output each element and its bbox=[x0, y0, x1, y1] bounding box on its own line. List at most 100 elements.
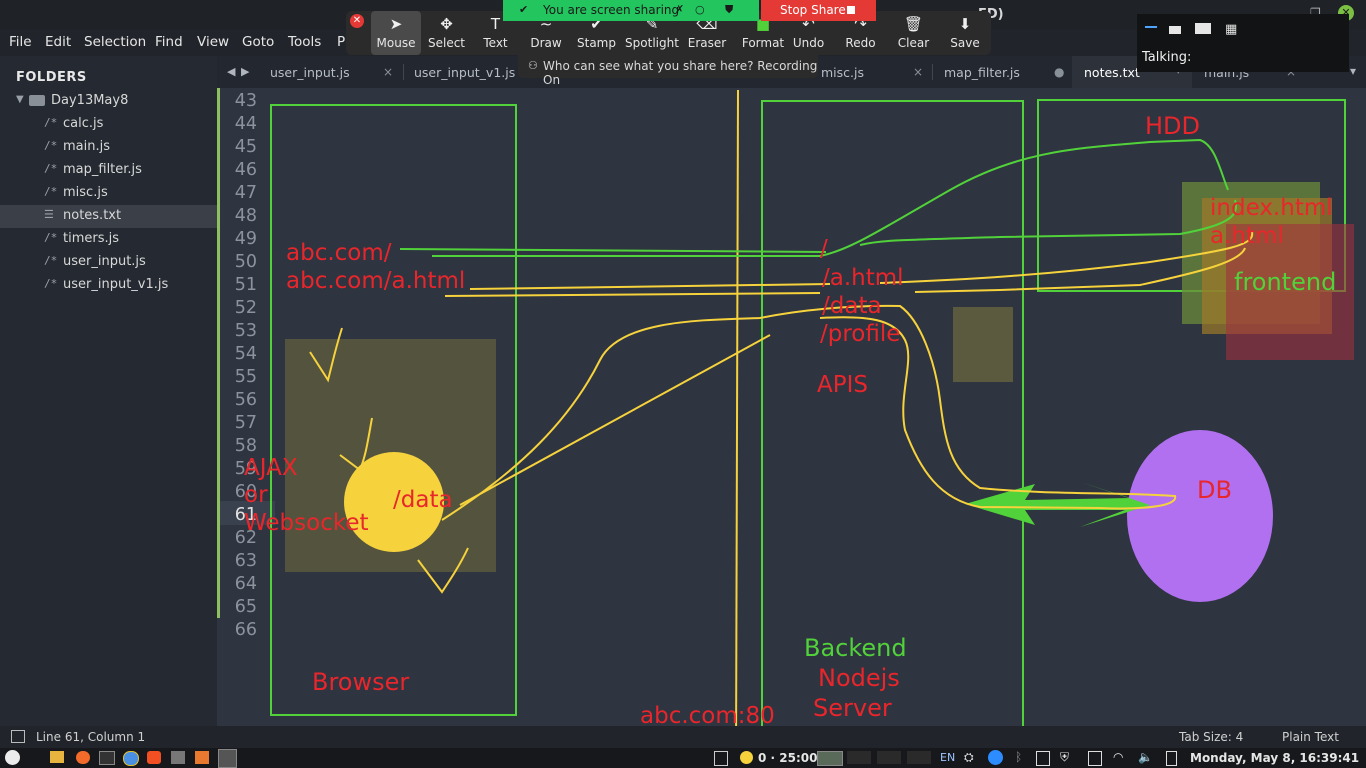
data-circle-label: /data bbox=[393, 487, 453, 513]
mic-off-icon[interactable]: ✗ bbox=[675, 3, 684, 16]
tool-label: Redo bbox=[845, 36, 876, 50]
large-view-icon[interactable] bbox=[1195, 23, 1211, 34]
pomodoro-timer: 0 · 25:00 bbox=[758, 751, 818, 765]
files-icon[interactable] bbox=[50, 751, 64, 763]
start-menu-icon[interactable] bbox=[5, 750, 20, 765]
security-icon[interactable]: ⛊ bbox=[725, 3, 733, 17]
shield-icon: ✔ bbox=[519, 3, 529, 16]
route-data-label: /data bbox=[822, 293, 882, 319]
websocket-label: Websocket bbox=[244, 510, 369, 536]
tool-label: Draw bbox=[530, 36, 562, 50]
browser-label: Browser bbox=[312, 668, 410, 696]
clipboard-icon[interactable] bbox=[1036, 751, 1050, 766]
tool-clear[interactable]: 🗑 Clear bbox=[891, 11, 936, 55]
tool-label: Stamp bbox=[577, 36, 616, 50]
sharing-text: You are screen sharing bbox=[543, 3, 680, 17]
server-label: Server bbox=[813, 694, 892, 722]
trash-icon: 🗑 bbox=[903, 15, 924, 33]
record-icon[interactable]: ○ bbox=[695, 3, 705, 16]
route-root-label: / bbox=[820, 236, 828, 262]
tool-label: Undo bbox=[792, 36, 825, 50]
ahtml-response-arrow bbox=[444, 292, 821, 297]
ajax-data-path bbox=[441, 304, 1177, 521]
recording-notice-text: Who can see what you share here? Recordi… bbox=[543, 59, 818, 87]
shield-tray-icon[interactable]: ⛨ bbox=[1060, 750, 1069, 765]
sublime-text-icon[interactable] bbox=[218, 749, 237, 768]
screenshot-icon[interactable] bbox=[195, 751, 209, 764]
meeting-panel: ▦ Talking: bbox=[1137, 14, 1349, 72]
backend-label: Backend bbox=[804, 634, 907, 662]
document-tray-icon[interactable] bbox=[1088, 751, 1102, 766]
or-label: or bbox=[244, 482, 268, 508]
tool-label: Eraser bbox=[687, 36, 727, 50]
ajax-request-line bbox=[459, 334, 771, 506]
bluetooth-icon[interactable]: ᛒ bbox=[1015, 750, 1022, 764]
frontend-label: frontend bbox=[1234, 268, 1337, 296]
screen-sharing-banner: ✔ You are screen sharing ✗ ○ ⛊ bbox=[503, 0, 759, 21]
minimize-view-icon[interactable] bbox=[1145, 26, 1157, 28]
network-boundary-line bbox=[735, 89, 739, 761]
save-icon: ⬇ bbox=[958, 15, 972, 33]
volume-icon[interactable]: 🔈 bbox=[1138, 750, 1153, 764]
status-bar: Line 61, Column 1 Tab Size: 4 Plain Text bbox=[0, 726, 1366, 748]
battery-icon[interactable] bbox=[1166, 751, 1177, 766]
user-icon: ⚇ bbox=[528, 59, 538, 72]
cursor-position: Line 61, Column 1 bbox=[36, 730, 146, 744]
workspace-4[interactable] bbox=[907, 751, 931, 764]
tool-label: Clear bbox=[897, 36, 930, 50]
db-label: DB bbox=[1197, 476, 1232, 504]
brave-icon[interactable] bbox=[147, 751, 161, 764]
clock[interactable]: Monday, May 8, 16:39:41 bbox=[1190, 751, 1359, 765]
tool-label: Format bbox=[741, 36, 785, 50]
terminal-icon[interactable] bbox=[99, 751, 115, 765]
close-annotation-icon[interactable]: ✕ bbox=[350, 14, 364, 28]
grid-view-icon[interactable]: ▦ bbox=[1225, 22, 1237, 37]
url-root-label: abc.com/ bbox=[286, 240, 392, 266]
calculator-icon[interactable] bbox=[171, 751, 185, 764]
keyboard-layout[interactable]: EN bbox=[940, 751, 955, 764]
hdd-return-line bbox=[859, 199, 1238, 246]
route-ahtml-label: /a.html bbox=[822, 265, 904, 291]
firefox-icon[interactable] bbox=[76, 751, 90, 764]
talking-label: Talking: bbox=[1142, 50, 1192, 65]
route-profile-label: /profile bbox=[820, 321, 901, 347]
tool-label: Text bbox=[483, 36, 508, 50]
ahtml-request-arrow bbox=[469, 283, 831, 290]
network-manager-icon[interactable]: ⛭ bbox=[964, 750, 974, 765]
workspace-2[interactable] bbox=[847, 751, 871, 764]
stop-share-button[interactable]: Stop Share bbox=[761, 0, 876, 21]
url-ahtml-label: abc.com/a.html bbox=[286, 268, 466, 294]
a-html-file-label: a.html bbox=[1210, 223, 1284, 249]
ajax-label: AJAX bbox=[244, 455, 298, 481]
small-view-icon[interactable] bbox=[1169, 26, 1181, 34]
nodejs-label: Nodejs bbox=[818, 664, 900, 692]
pomodoro-icon[interactable] bbox=[740, 751, 753, 764]
sidebar-toggle-icon[interactable] bbox=[11, 730, 25, 743]
backend-inner-area bbox=[953, 307, 1013, 382]
zoom-icon[interactable] bbox=[988, 750, 1003, 765]
tool-label: Save bbox=[950, 36, 980, 50]
wifi-icon[interactable]: ◠ bbox=[1113, 750, 1123, 764]
apis-label: APIS bbox=[817, 372, 868, 398]
db-ellipse bbox=[1127, 430, 1273, 602]
mouse-pointer-icon: ➤ bbox=[389, 15, 403, 33]
syntax-mode[interactable]: Plain Text bbox=[1282, 730, 1339, 744]
notes-applet-icon[interactable] bbox=[714, 751, 728, 766]
tool-label: Spotlight bbox=[625, 36, 679, 50]
chrome-icon[interactable] bbox=[123, 751, 139, 766]
recording-notice[interactable]: ⚇ Who can see what you share here? Recor… bbox=[518, 55, 818, 87]
tool-mouse[interactable]: ➤ Mouse bbox=[371, 11, 421, 55]
tool-save[interactable]: ⬇ Save bbox=[941, 11, 989, 55]
taskbar: 0 · 25:00 EN ⛭ ᛒ ⛨ ◠ 🔈 Monday, May 8, 16… bbox=[0, 748, 1366, 768]
workspace-3[interactable] bbox=[877, 751, 901, 764]
workspace-1[interactable] bbox=[817, 751, 843, 766]
tool-label: Mouse bbox=[376, 36, 416, 50]
hdd-label: HDD bbox=[1145, 112, 1201, 140]
index-html-label: index.html bbox=[1210, 195, 1333, 221]
tool-select[interactable]: ✥ Select bbox=[424, 11, 469, 55]
tab-size[interactable]: Tab Size: 4 bbox=[1179, 730, 1243, 744]
move-icon: ✥ bbox=[440, 15, 453, 33]
stop-icon bbox=[847, 6, 855, 14]
tool-label: Select bbox=[427, 36, 466, 50]
stop-share-label: Stop Share bbox=[780, 3, 846, 17]
